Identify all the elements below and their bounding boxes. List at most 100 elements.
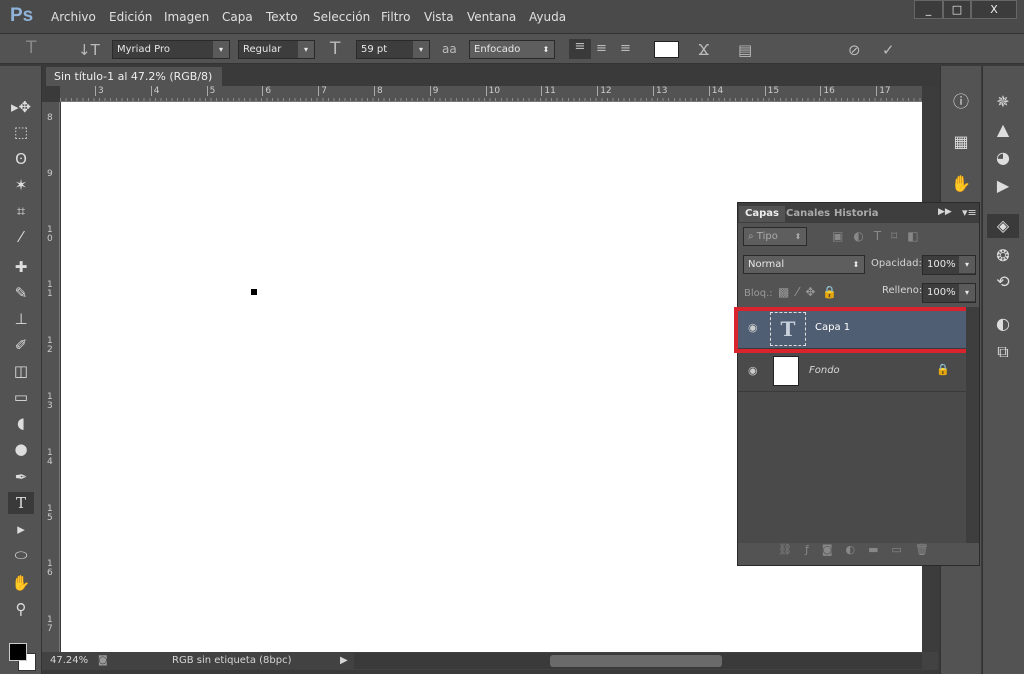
histogram-icon[interactable]: ▲ (989, 118, 1017, 142)
dodge-tool-icon[interactable]: ● (8, 438, 34, 460)
brush-tool-icon[interactable]: ✎ (8, 282, 34, 304)
document-tab[interactable]: Sin título-1 al 47.2% (RGB/8) × (46, 67, 222, 102)
character-panel-icon[interactable]: ▤ (738, 41, 752, 59)
ellipse-tool-icon[interactable]: ⬭ (8, 544, 34, 566)
text-tool-preset-icon[interactable]: T (26, 38, 36, 58)
eyedropper-tool-icon[interactable]: ⁄ (8, 226, 34, 248)
selected-layer-highlight (734, 307, 970, 353)
actions-icon[interactable]: ▶ (989, 174, 1017, 198)
type-tool-icon[interactable]: T (8, 492, 34, 514)
healing-tool-icon[interactable]: ✚ (8, 256, 34, 278)
gradient-tool-icon[interactable]: ▭ (8, 386, 34, 408)
ruler-tick-label: 14 (708, 86, 723, 96)
layer-row-fondo[interactable]: ◉ Fondo 🔒 (738, 352, 966, 392)
blur-tool-icon[interactable]: ◖ (8, 412, 34, 434)
stamp-tool-icon[interactable]: ⊥ (8, 308, 34, 330)
marquee-tool-icon[interactable]: ⬚ (8, 121, 34, 143)
lock-icons[interactable]: ▩⁄✥🔒 (778, 285, 844, 299)
layers-panel: Capas Canales Historia ▶▶ ▾≡ ⌕ Tipo ⬍ ▣◐T… (734, 202, 980, 566)
filter-type-select[interactable]: ⌕ Tipo ⬍ (743, 227, 807, 246)
photoshop-logo: Ps (10, 5, 34, 26)
ruler-tick-label: 5 (206, 86, 215, 96)
text-color-swatch[interactable] (654, 41, 679, 58)
zoom-tool-icon[interactable]: ⚲ (8, 598, 34, 620)
menu-capa[interactable]: Capa (222, 10, 253, 24)
path-selection-tool-icon[interactable]: ▸ (8, 518, 34, 540)
visibility-eye-icon[interactable]: ◉ (748, 364, 758, 377)
menu-filtro[interactable]: Filtro (381, 10, 410, 24)
layer-footer-icons[interactable]: ⛓ƒ◙◐▬▭🗑 (778, 543, 942, 556)
ruler-tick-label: 1 2 (47, 336, 53, 356)
collapse-icon[interactable]: ▶▶ (938, 207, 952, 217)
menu-ventana[interactable]: Ventana (467, 10, 516, 24)
pen-tool-icon[interactable]: ✒ (8, 466, 34, 488)
move-tool-icon[interactable]: ▸✥ (8, 96, 34, 118)
close-window-button[interactable]: X (971, 0, 1017, 19)
hand-tool-icon[interactable]: ✋ (8, 572, 34, 594)
minimize-button[interactable]: _ (914, 0, 943, 19)
channels-icon[interactable]: ❂ (989, 244, 1017, 268)
swatches-icon[interactable]: ◕ (989, 146, 1017, 170)
status-menu-arrow[interactable]: ▶ (340, 652, 348, 670)
lasso-tool-icon[interactable]: ʘ (8, 148, 34, 170)
scroll-thumb[interactable] (550, 655, 722, 667)
align-left-icon[interactable]: ≡ (569, 39, 591, 59)
menu-texto[interactable]: Texto (266, 10, 298, 24)
warp-text-icon[interactable]: Ϫ (698, 41, 710, 59)
background-thumbnail (773, 356, 799, 386)
ruler-tick-label: 7 (318, 86, 327, 96)
ruler-tick-label: 1 0 (47, 224, 53, 244)
maximize-button[interactable]: □ (943, 0, 971, 19)
fill-input[interactable]: 100% ▾ (922, 283, 976, 303)
ruler-tick-label: 1 3 (47, 392, 53, 411)
info-icon[interactable]: ⓘ (947, 90, 975, 114)
blend-mode-select[interactable]: Normal ⬍ (743, 255, 865, 274)
eraser-tool-icon[interactable]: ◫ (8, 360, 34, 382)
cancel-icon[interactable]: ⊘ (848, 41, 861, 59)
layer-name[interactable]: Fondo (809, 365, 840, 376)
align-center-icon[interactable]: ≡ (596, 41, 607, 56)
layers-icon[interactable]: ◈ (987, 214, 1019, 238)
menu-edición[interactable]: Edición (109, 10, 152, 24)
font-family-select[interactable]: Myriad Pro ▾ (112, 40, 230, 59)
ruler-tick-label: 1 4 (47, 447, 53, 467)
tab-capas[interactable]: Capas (739, 206, 785, 222)
ruler-tick-label: 11 (541, 86, 556, 96)
text-orientation-icon[interactable]: ↓T (78, 41, 100, 59)
menu-ayuda[interactable]: Ayuda (529, 10, 566, 24)
properties-icon[interactable]: ⧉ (989, 340, 1017, 364)
crop-tool-icon[interactable]: ⌗ (8, 200, 34, 222)
adjustments-icon[interactable]: ◐ (989, 312, 1017, 336)
lock-icon: 🔒 (936, 363, 950, 376)
commit-icon[interactable]: ✓ (882, 41, 895, 59)
ruler-tick-label: 9 (47, 168, 53, 179)
brush-presets-icon[interactable]: ✋ (947, 172, 975, 196)
zoom-level[interactable]: 47.24% (50, 652, 88, 670)
menu-selección[interactable]: Selección (313, 10, 370, 24)
align-right-icon[interactable]: ≡ (620, 41, 631, 56)
lock-label: Bloq.: (744, 288, 773, 299)
vertical-ruler: 8 9 1 0 1 1 1 2 1 3 1 4 1 5 1 6 1 7 (42, 102, 60, 652)
proof-icon[interactable]: ◙ (98, 652, 108, 670)
history-icon[interactable]: ⟲ (989, 270, 1017, 294)
filter-icons[interactable]: ▣◐T⌑◧ (832, 229, 929, 243)
foreground-color-swatch[interactable] (9, 643, 27, 661)
layers-scrollbar[interactable] (966, 307, 979, 543)
menu-bar: Ps Archivo Edición Imagen Capa Texto Selecció… (0, 0, 1024, 34)
ruler-tick-label: 17 (876, 86, 891, 96)
tab-historia[interactable]: Historia (828, 206, 885, 222)
horizontal-scrollbar[interactable] (354, 653, 922, 669)
history-brush-tool-icon[interactable]: ✐ (8, 334, 34, 356)
opacity-input[interactable]: 100% ▾ (922, 255, 976, 275)
font-style-select[interactable]: Regular ▾ (238, 40, 315, 59)
menu-vista[interactable]: Vista (424, 10, 454, 24)
panel-dock-right: ✵ ▲ ◕ ▶ ◈ ❂ ⟲ ◐ ⧉ (982, 66, 1024, 674)
quick-selection-tool-icon[interactable]: ✶ (8, 174, 34, 196)
color-wheel-icon[interactable]: ✵ (989, 90, 1017, 114)
font-size-select[interactable]: 59 pt ▾ (356, 40, 430, 59)
menu-archivo[interactable]: Archivo (51, 10, 96, 24)
menu-imagen[interactable]: Imagen (164, 10, 209, 24)
panel-menu-icon[interactable]: ▾≡ (962, 206, 977, 219)
navigator-icon[interactable]: ▦ (947, 130, 975, 154)
antialias-select[interactable]: Enfocado ⬍ (469, 40, 555, 59)
